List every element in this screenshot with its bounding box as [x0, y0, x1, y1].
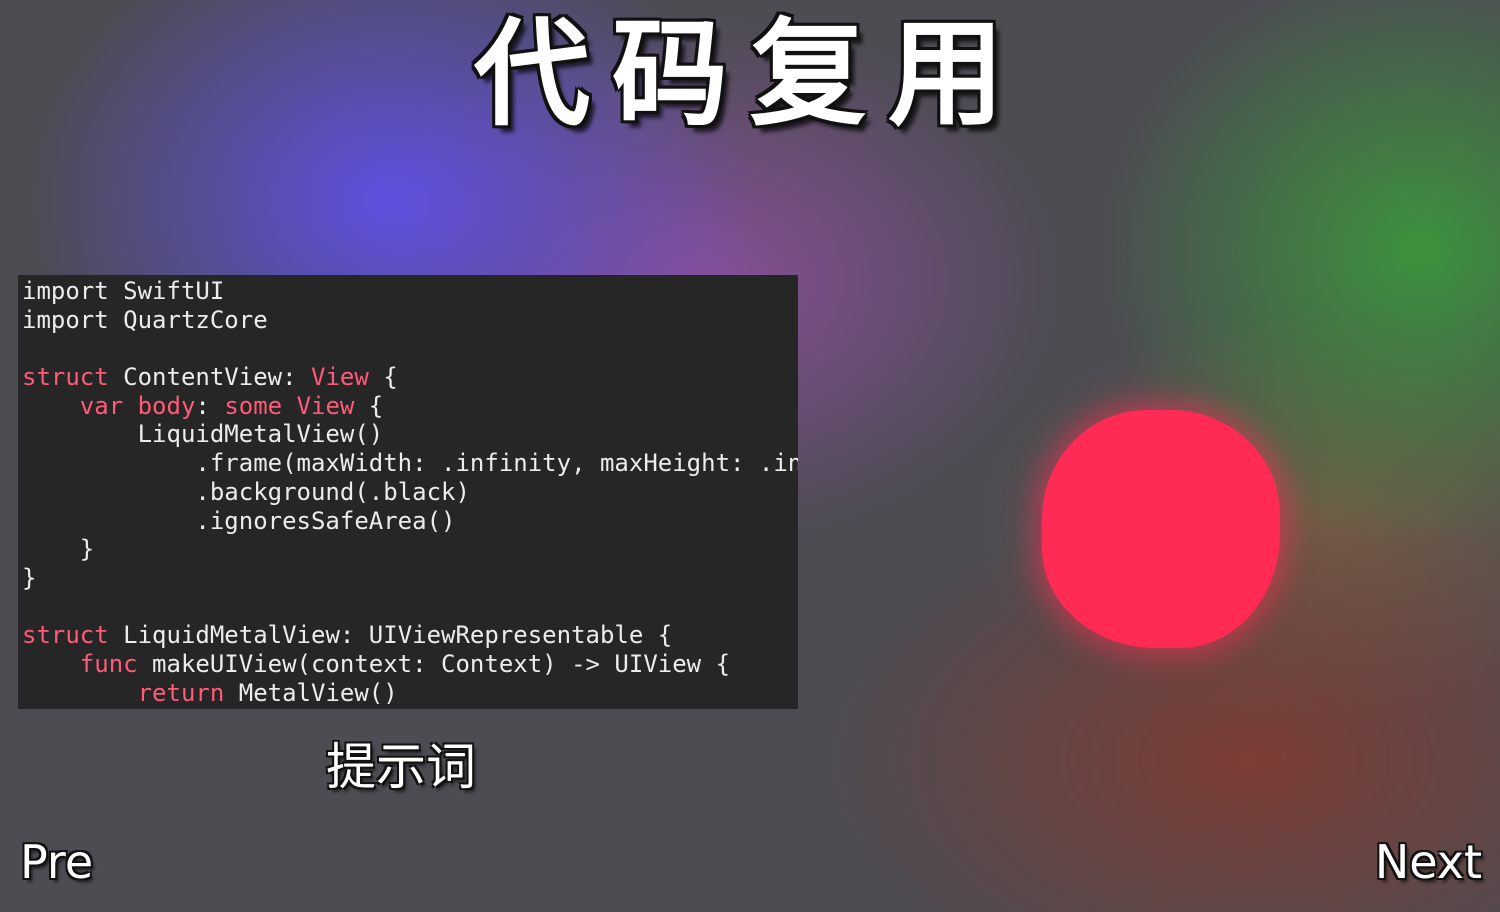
previous-button[interactable]: Pre [20, 832, 93, 892]
code-text: } [22, 563, 37, 592]
code-keyword: struct [22, 363, 109, 392]
code-keyword: return [137, 678, 225, 707]
code-line: .frame(maxWidth: .infinity, maxHeight: .… [22, 449, 798, 478]
code-text: .frame(maxWidth: .infinity, maxHeight: .… [195, 449, 798, 478]
code-line: return MetalView() [22, 679, 798, 708]
code-keyword: func [79, 649, 138, 678]
code-text: .ignoresSafeArea() [22, 506, 456, 535]
code-text: makeUIView(context: Context) -> UIView { [137, 649, 731, 678]
code-keyword: some [224, 391, 283, 420]
prompt-label[interactable]: 提示词 [326, 734, 476, 800]
code-line: .background(.black) [22, 478, 798, 507]
code-text: LiquidMetalView: UIViewRepresentable { [108, 621, 673, 650]
code-line: import SwiftUI [22, 277, 798, 306]
code-keyword: View [296, 391, 355, 420]
code-block: import SwiftUI import QuartzCore struct C… [18, 275, 798, 709]
code-text: : [195, 391, 225, 420]
code-line: } [22, 535, 798, 564]
code-line: .ignoresSafeArea() [22, 507, 798, 536]
code-text: MetalView() [224, 678, 398, 707]
code-text: { [368, 363, 398, 392]
code-line: func makeUIView(context: Context) -> UIV… [22, 650, 798, 679]
next-button[interactable]: Next [1375, 832, 1482, 892]
code-keyword: struct [22, 621, 109, 650]
code-text: ContentView: [108, 363, 311, 392]
code-line: LiquidMetalView() [22, 420, 798, 449]
code-line: var body: some View { [22, 392, 798, 421]
code-text: import QuartzCore [22, 305, 268, 334]
code-text: import SwiftUI [22, 277, 225, 305]
code-line: struct ContentView: View { [22, 363, 798, 392]
code-line: struct LiquidMetalView: UIViewRepresenta… [22, 621, 798, 650]
liquid-metal-blob [1042, 410, 1280, 648]
code-keyword: body [137, 391, 196, 420]
code-text: { [354, 391, 384, 420]
slide-title: 代码复用 [474, 7, 1026, 142]
code-text: LiquidMetalView() [22, 420, 384, 449]
code-keyword: View [311, 363, 369, 392]
code-text: } [22, 535, 95, 564]
code-text: .background(.black) [22, 477, 470, 506]
code-line: } [22, 564, 798, 593]
code-line: import QuartzCore [22, 306, 798, 335]
code-keyword: var [79, 391, 124, 420]
